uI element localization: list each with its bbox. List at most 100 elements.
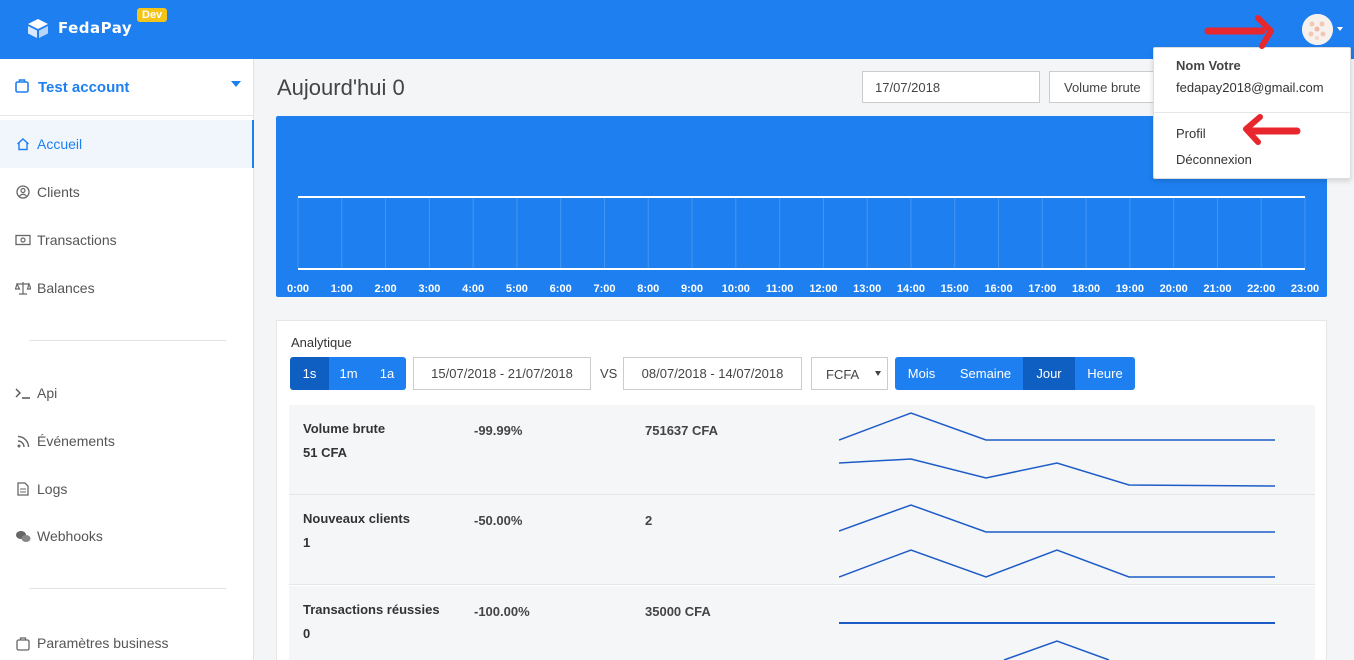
brand[interactable]: FedaPay [24,15,132,41]
x-tick-label: 0:00 [287,283,309,295]
x-tick-label: 1:00 [331,283,353,295]
x-tick-label: 18:00 [1072,283,1100,295]
money-icon [15,232,31,248]
metric-select[interactable]: Volume brute [1049,71,1164,103]
scale-icon [15,280,31,296]
briefcase-icon [15,635,31,651]
row-change: -99.99% [474,423,523,438]
period-1a-button[interactable]: 1a [368,357,406,390]
row-label: Nouveaux clients [303,511,410,526]
user-name: Nom Votre [1176,58,1241,73]
row-value: 51 CFA [303,445,348,460]
vs-label: VS [600,366,618,381]
analytics-row: Transactions réussies 0 -100.00% 35000 C… [289,586,1315,660]
sidebar-item-accueil[interactable]: Accueil [0,120,254,168]
date-input[interactable]: 17/07/2018 [862,71,1040,103]
sidebar-item-api[interactable]: Api [0,369,254,417]
sidebar-item-logs[interactable]: Logs [0,465,254,513]
x-tick-label: 11:00 [766,283,794,295]
row-label: Volume brute [303,421,386,436]
profile-menu-item[interactable]: Profil [1176,126,1206,141]
user-dropdown: Nom Votre fedapay2018@gmail.com Profil D… [1153,47,1351,179]
sidebar-item-label: Accueil [37,136,83,152]
sparkline [839,412,1276,487]
terminal-icon [15,385,31,401]
sidebar-item-label: Balances [37,280,95,296]
sidebar-item-label: Transactions [37,232,117,248]
analytics-row: Nouveaux clients 1 -50.00% 2 [289,495,1315,585]
home-icon [15,136,31,152]
sidebar-item-evenements[interactable]: Événements [0,417,254,465]
x-tick-label: 14:00 [897,283,925,295]
rss-icon [15,433,31,449]
brand-name: FedaPay [58,19,133,37]
x-tick-label: 2:00 [375,283,397,295]
x-tick-label: 10:00 [722,283,750,295]
dropdown-divider [1154,112,1350,113]
sidebar: Test account Accueil Clients Transaction… [0,59,254,660]
row-previous: 2 [645,513,653,528]
chevron-down-icon[interactable] [1337,27,1343,31]
account-switcher[interactable]: Test account [0,59,254,116]
x-tick-label: 6:00 [550,283,572,295]
sidebar-item-webhooks[interactable]: Webhooks [0,512,254,560]
briefcase-icon [15,78,29,96]
sidebar-item-label: Webhooks [37,528,103,544]
granularity-button-group: Mois Semaine Jour Heure [895,357,1135,390]
x-tick-label: 5:00 [506,283,528,295]
x-tick-label: 8:00 [637,283,659,295]
sidebar-divider [29,588,226,589]
fedapay-logo-icon [24,15,50,41]
row-previous: 35000 CFA [645,604,711,619]
x-tick-label: 16:00 [984,283,1012,295]
x-tick-label: 22:00 [1247,283,1275,295]
sidebar-item-label: Api [37,385,58,401]
sidebar-item-balances[interactable]: Balances [0,264,254,312]
sidebar-item-parametres-business[interactable]: Paramètres business [0,619,254,660]
sidebar-item-transactions[interactable]: Transactions [0,216,254,264]
avatar-icon[interactable] [1302,14,1333,45]
granularity-semaine-button[interactable]: Semaine [948,357,1023,390]
sidebar-divider [29,340,226,341]
env-badge: Dev [137,8,168,22]
x-tick-label: 20:00 [1160,283,1188,295]
period-1s-button[interactable]: 1s [290,357,329,390]
sidebar-item-label: Logs [37,481,68,497]
row-change: -50.00% [474,513,523,528]
granularity-mois-button[interactable]: Mois [895,357,948,390]
x-tick-label: 19:00 [1116,283,1144,295]
file-icon [15,481,31,497]
sidebar-item-label: Paramètres business [37,635,169,651]
x-tick-label: 4:00 [462,283,484,295]
user-circle-icon [15,184,31,200]
granularity-heure-button[interactable]: Heure [1075,357,1135,390]
page-title: Aujourd'hui 0 [277,75,405,100]
row-value: 0 [303,626,311,641]
x-tick-label: 3:00 [418,283,440,295]
webhook-icon [15,528,31,544]
account-label: Test account [38,78,130,96]
x-tick-label: 15:00 [941,283,969,295]
analytics-title: Analytique [291,335,352,350]
top-bar: FedaPay Dev [0,0,1354,59]
period-1m-button[interactable]: 1m [329,357,368,390]
x-tick-label: 7:00 [593,283,615,295]
x-tick-label: 23:00 [1291,283,1319,295]
row-previous: 751637 CFA [645,423,718,438]
sparkline [839,622,1275,660]
chevron-down-icon [875,371,881,376]
x-tick-label: 12:00 [809,283,837,295]
analytics-row: Volume brute 51 CFA -99.99% 751637 CFA [289,405,1315,495]
previous-range-input[interactable]: 08/07/2018 - 14/07/2018 [623,357,802,390]
sidebar-item-label: Événements [37,433,115,449]
granularity-jour-button[interactable]: Jour [1023,357,1075,390]
period-button-group: 1s 1m 1a [290,357,406,390]
chevron-down-icon[interactable] [231,81,241,87]
sparkline [839,504,1275,578]
current-range-input[interactable]: 15/07/2018 - 21/07/2018 [413,357,591,390]
sidebar-item-clients[interactable]: Clients [0,168,254,216]
row-value: 1 [303,535,311,550]
logout-menu-item[interactable]: Déconnexion [1176,152,1252,167]
user-email: fedapay2018@gmail.com [1176,80,1324,95]
row-label: Transactions réussies [303,602,440,617]
